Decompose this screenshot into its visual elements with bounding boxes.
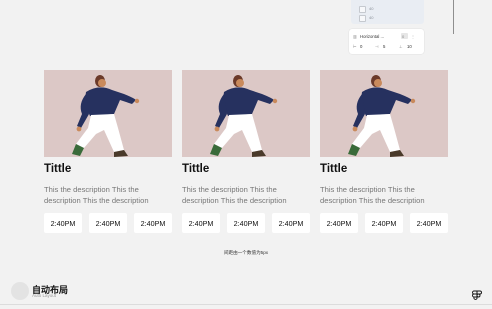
brand-logo — [11, 282, 29, 300]
spacing-icon: ⊢ — [353, 44, 357, 49]
illustration-walking-person — [210, 75, 278, 157]
time-chip[interactable]: 2:40PM — [44, 213, 82, 233]
card-description: This the description This the descriptio… — [182, 184, 310, 206]
alignment-value: 0 — [402, 34, 405, 39]
panel-row-value-1: 40 — [369, 6, 374, 11]
card-description-line: description This the description — [320, 196, 425, 205]
divider — [453, 0, 454, 34]
card-image — [320, 70, 448, 157]
checkbox-icon[interactable] — [359, 6, 366, 13]
card-description-line: description This the description — [44, 196, 149, 205]
card-image — [44, 70, 172, 157]
time-chip[interactable]: 2:40PM — [410, 213, 448, 233]
time-chip[interactable]: 2:40PM — [182, 213, 220, 233]
card[interactable]: Tittle This the description This the des… — [182, 70, 310, 233]
card-image — [182, 70, 310, 157]
panel-row-value-2: 40 — [369, 15, 374, 20]
padding-v-icon: ⊥ — [399, 44, 403, 49]
card-description: This the description This the descriptio… — [320, 184, 448, 206]
time-chip[interactable]: 2:40PM — [320, 213, 358, 233]
bottom-divider — [0, 304, 492, 305]
card[interactable]: Tittle This the description This the des… — [320, 70, 448, 233]
card-description-line: This the description This the — [182, 185, 277, 194]
card-description-line: description This the description — [182, 196, 287, 205]
padding-input[interactable]: 5 — [383, 44, 385, 49]
card-description-line: This the description This the — [44, 185, 139, 194]
figma-icon — [472, 290, 482, 300]
illustration-walking-person — [72, 75, 140, 157]
more-options-icon[interactable]: ⋮ — [411, 34, 415, 39]
time-chip-row: 2:40PM 2:40PM 2:40PM — [182, 213, 310, 233]
time-chip[interactable]: 2:40PM — [365, 213, 403, 233]
checkbox-icon[interactable] — [359, 15, 366, 22]
time-chip[interactable]: 2:40PM — [227, 213, 265, 233]
time-chip[interactable]: 2:40PM — [134, 213, 172, 233]
time-chip-row: 2:40PM 2:40PM 2:40PM — [320, 213, 448, 233]
time-chip-row: 2:40PM 2:40PM 2:40PM — [44, 213, 172, 233]
card-title: Tittle — [182, 163, 210, 175]
time-chip[interactable]: 2:40PM — [89, 213, 127, 233]
card-description: This the description This the descriptio… — [44, 184, 172, 206]
direction-select[interactable]: Horizontal ... — [360, 34, 384, 39]
brand-subtitle: Auto Layout — [32, 293, 57, 298]
spacing-input[interactable]: 0 — [360, 44, 362, 49]
properties-panel-top: 40 40 — [351, 0, 424, 24]
card[interactable]: Tittle This the description This the des… — [44, 70, 172, 233]
time-chip[interactable]: 2:40PM — [272, 213, 310, 233]
illustration-walking-person — [348, 75, 416, 157]
padding-icon: ⊣ — [375, 44, 379, 49]
direction-icon: ▥ — [353, 34, 357, 39]
card-title: Tittle — [44, 163, 72, 175]
auto-layout-panel: ▥ Horizontal ... 0 ⋮ ⊢ 0 ⊣ 5 ⊥ 10 — [349, 29, 424, 54]
padding-v-input[interactable]: 10 — [407, 44, 412, 49]
card-title: Tittle — [320, 163, 348, 175]
card-description-line: This the description This the — [320, 185, 415, 194]
spacing-caption: 间距由一个数值为5px — [223, 250, 269, 255]
